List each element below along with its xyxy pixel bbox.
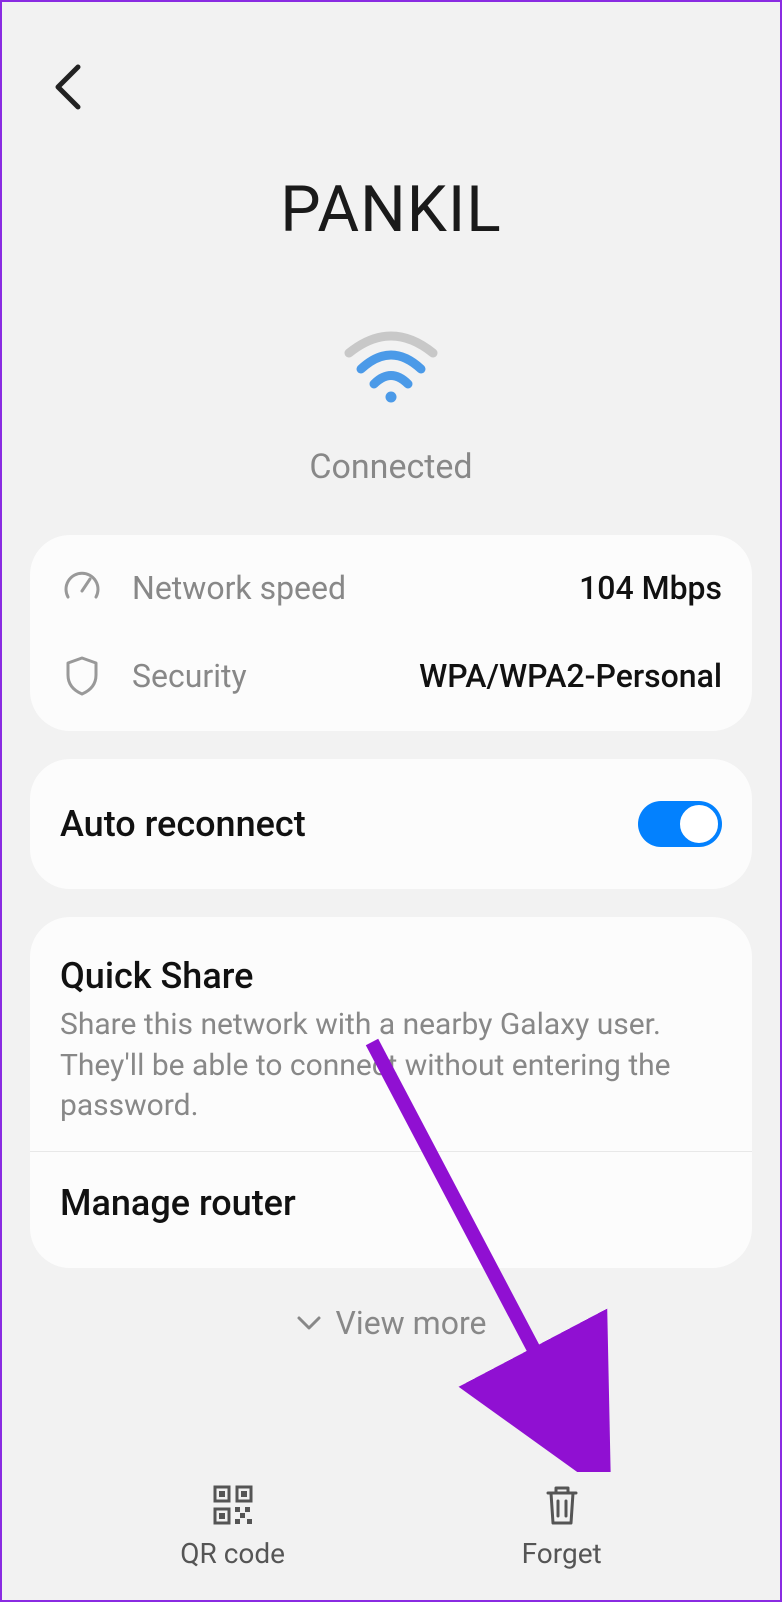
qr-code-button[interactable]: QR code: [180, 1483, 285, 1570]
wifi-icon: [341, 327, 441, 407]
network-speed-row: Network speed 104 Mbps: [30, 545, 752, 631]
qr-code-label: QR code: [180, 1537, 285, 1570]
manage-router-row[interactable]: Manage router: [30, 1152, 752, 1258]
bottom-action-bar: QR code Forget: [2, 1483, 780, 1570]
trash-icon: [542, 1483, 582, 1527]
connection-status: Connected: [309, 447, 472, 487]
view-more-button[interactable]: View more: [2, 1304, 780, 1342]
view-more-label: View more: [336, 1304, 487, 1342]
quick-share-description: Share this network with a nearby Galaxy …: [60, 1005, 722, 1127]
auto-reconnect-toggle[interactable]: [638, 801, 722, 847]
auto-reconnect-label: Auto reconnect: [60, 803, 638, 845]
speed-icon: [60, 569, 104, 607]
chevron-left-icon: [52, 63, 82, 111]
forget-button[interactable]: Forget: [522, 1483, 602, 1570]
speed-value: 104 Mbps: [579, 569, 722, 607]
network-info-card: Network speed 104 Mbps Security WPA/WPA2…: [30, 535, 752, 731]
security-value: WPA/WPA2-Personal: [419, 657, 722, 695]
speed-label: Network speed: [132, 569, 579, 607]
shield-icon: [60, 655, 104, 697]
qr-code-icon: [211, 1483, 255, 1527]
security-label: Security: [132, 657, 419, 695]
security-row: Security WPA/WPA2-Personal: [30, 631, 752, 721]
network-title: PANKIL: [42, 172, 740, 247]
quick-share-row[interactable]: Quick Share Share this network with a ne…: [30, 927, 752, 1152]
forget-label: Forget: [522, 1537, 602, 1570]
auto-reconnect-card: Auto reconnect: [30, 759, 752, 889]
back-button[interactable]: [42, 62, 92, 112]
quick-share-title: Quick Share: [60, 955, 722, 997]
share-manage-card: Quick Share Share this network with a ne…: [30, 917, 752, 1268]
chevron-down-icon: [296, 1315, 322, 1331]
